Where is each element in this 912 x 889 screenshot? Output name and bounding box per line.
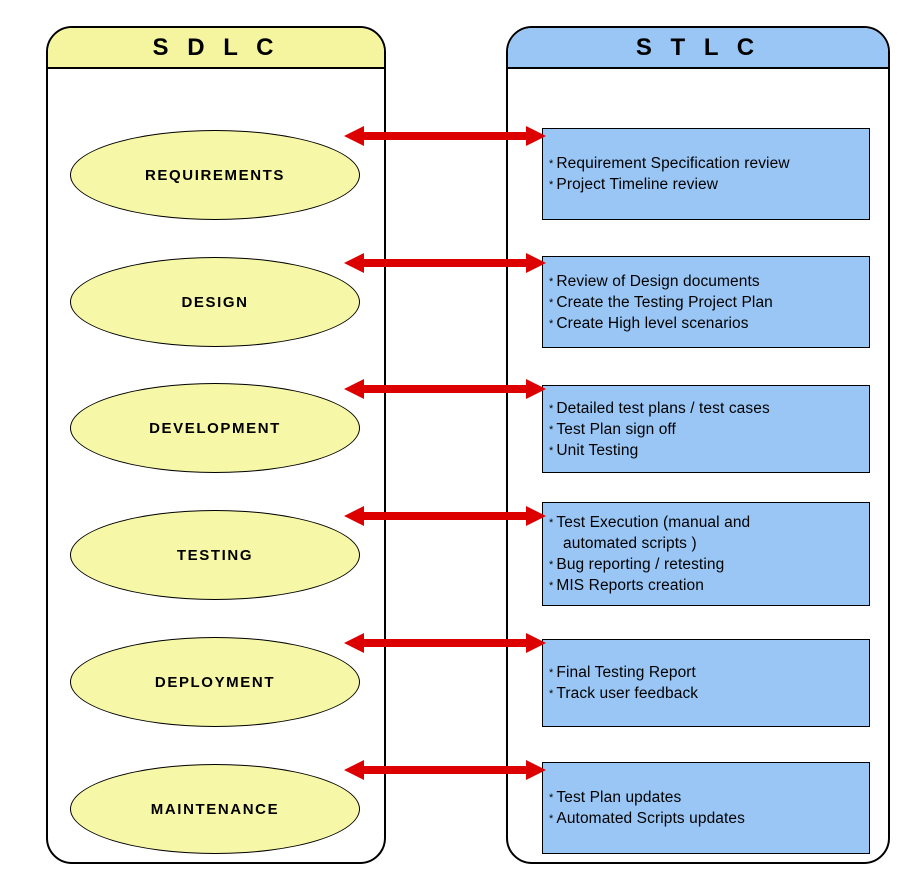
bullet-asterisk-icon: *: [549, 792, 554, 804]
sdlc-stage-label: DEPLOYMENT: [154, 673, 276, 691]
stlc-activity-line: * Unit Testing: [549, 440, 861, 461]
sdlc-stlc-diagram: S D L C REQUIREMENTS DESIGN DEVELOPMENT TES…: [0, 0, 912, 889]
stlc-activity-line: * Bug reporting / retesting: [549, 554, 861, 575]
stlc-activity-text: Create High level scenarios: [556, 314, 749, 332]
bullet-asterisk-icon: *: [549, 517, 554, 529]
sdlc-stage-deployment: DEPLOYMENT: [70, 637, 360, 727]
connector-arrow-1: [344, 124, 546, 148]
stlc-activity-text: Create the Testing Project Plan: [556, 293, 773, 311]
bullet-asterisk-icon: *: [549, 296, 554, 309]
sdlc-stage-design: DESIGN: [70, 257, 360, 347]
stlc-activity-line: * Create High level scenarios: [549, 313, 861, 334]
stlc-activity-text: Unit Testing: [556, 441, 639, 459]
bullet-asterisk-icon: *: [549, 423, 554, 436]
bullet-asterisk-icon: *: [549, 275, 554, 288]
stlc-activity-line: * Requirement Specification review: [549, 153, 861, 174]
sdlc-stage-requirements: REQUIREMENTS: [70, 130, 360, 220]
stlc-activity-text: Requirement Specification review: [556, 155, 790, 172]
sdlc-stage-testing: TESTING: [70, 510, 360, 600]
stlc-activity-box-4: * Test Execution (manual and automated scr…: [542, 502, 870, 606]
bullet-asterisk-icon: *: [549, 158, 554, 170]
bullet-asterisk-icon: *: [549, 402, 554, 415]
bullet-asterisk-icon: *: [549, 444, 554, 457]
stlc-activity-text: Test Plan sign off: [556, 420, 676, 438]
connector-arrow-4: [344, 504, 546, 528]
connector-arrow-2: [344, 251, 546, 275]
stlc-activity-line: * Detailed test plans / test cases: [549, 398, 861, 419]
stlc-panel: S T L C * Requirement Specification revie…: [506, 26, 890, 864]
stlc-activity-text: Final Testing Report: [556, 664, 696, 681]
stlc-activity-line: automated scripts ): [549, 533, 861, 554]
stlc-activity-text: Review of Design documents: [556, 272, 760, 290]
stlc-activity-line: * Project Timeline review: [549, 174, 861, 195]
stlc-activity-box-1: * Requirement Specification review * Projec…: [542, 128, 870, 220]
sdlc-panel-title: S D L C: [48, 28, 384, 69]
bullet-asterisk-icon: *: [549, 688, 554, 700]
stlc-activity-text: automated scripts ): [563, 535, 697, 552]
connector-arrow-5: [344, 631, 546, 655]
stlc-activity-box-2: * Review of Design documents * Create the T…: [542, 256, 870, 348]
stlc-activity-text: Project Timeline review: [556, 176, 719, 193]
sdlc-stage-maintenance: MAINTENANCE: [70, 764, 360, 854]
sdlc-stage-label: REQUIREMENTS: [144, 166, 286, 184]
sdlc-stage-development: DEVELOPMENT: [70, 383, 360, 473]
sdlc-stage-label: TESTING: [176, 546, 254, 564]
stlc-panel-title: S T L C: [508, 28, 888, 69]
stlc-activity-line: * Test Execution (manual and: [549, 512, 861, 533]
stlc-activity-text: Detailed test plans / test cases: [556, 399, 770, 417]
stlc-activity-text: Bug reporting / retesting: [556, 556, 725, 573]
stlc-activity-line: * Review of Design documents: [549, 271, 861, 292]
stlc-activity-line: * Test Plan sign off: [549, 419, 861, 440]
stlc-activity-text: Test Execution (manual and: [556, 514, 751, 531]
stlc-activity-line: * Create the Testing Project Plan: [549, 292, 861, 313]
bullet-asterisk-icon: *: [549, 667, 554, 679]
stlc-activity-line: * Automated Scripts updates: [549, 808, 861, 829]
sdlc-panel: S D L C REQUIREMENTS DESIGN DEVELOPMENT TES…: [46, 26, 386, 864]
bullet-asterisk-icon: *: [549, 813, 554, 825]
bullet-asterisk-icon: *: [549, 580, 554, 592]
stlc-activity-box-5: * Final Testing Report * Track user feedbac…: [542, 639, 870, 727]
connector-arrow-6: [344, 758, 546, 782]
stlc-activity-line: * Final Testing Report: [549, 662, 861, 683]
stlc-activity-line: * MIS Reports creation: [549, 575, 861, 596]
sdlc-stage-label: MAINTENANCE: [150, 800, 280, 818]
stlc-activity-text: Test Plan updates: [556, 789, 682, 806]
stlc-activity-text: Track user feedback: [556, 685, 699, 702]
bullet-asterisk-icon: *: [549, 179, 554, 191]
stlc-activity-box-3: * Detailed test plans / test cases * Test P…: [542, 385, 870, 473]
stlc-activity-box-6: * Test Plan updates * Automated Scripts upd…: [542, 762, 870, 854]
bullet-asterisk-icon: *: [549, 317, 554, 330]
connector-arrow-3: [344, 377, 546, 401]
sdlc-stage-label: DEVELOPMENT: [149, 419, 281, 437]
stlc-activity-text: MIS Reports creation: [556, 577, 704, 594]
bullet-asterisk-icon: *: [549, 559, 554, 571]
sdlc-stage-label: DESIGN: [181, 293, 249, 311]
stlc-activity-line: * Test Plan updates: [549, 787, 861, 808]
stlc-activity-line: * Track user feedback: [549, 683, 861, 704]
stlc-activity-text: Automated Scripts updates: [556, 810, 745, 827]
